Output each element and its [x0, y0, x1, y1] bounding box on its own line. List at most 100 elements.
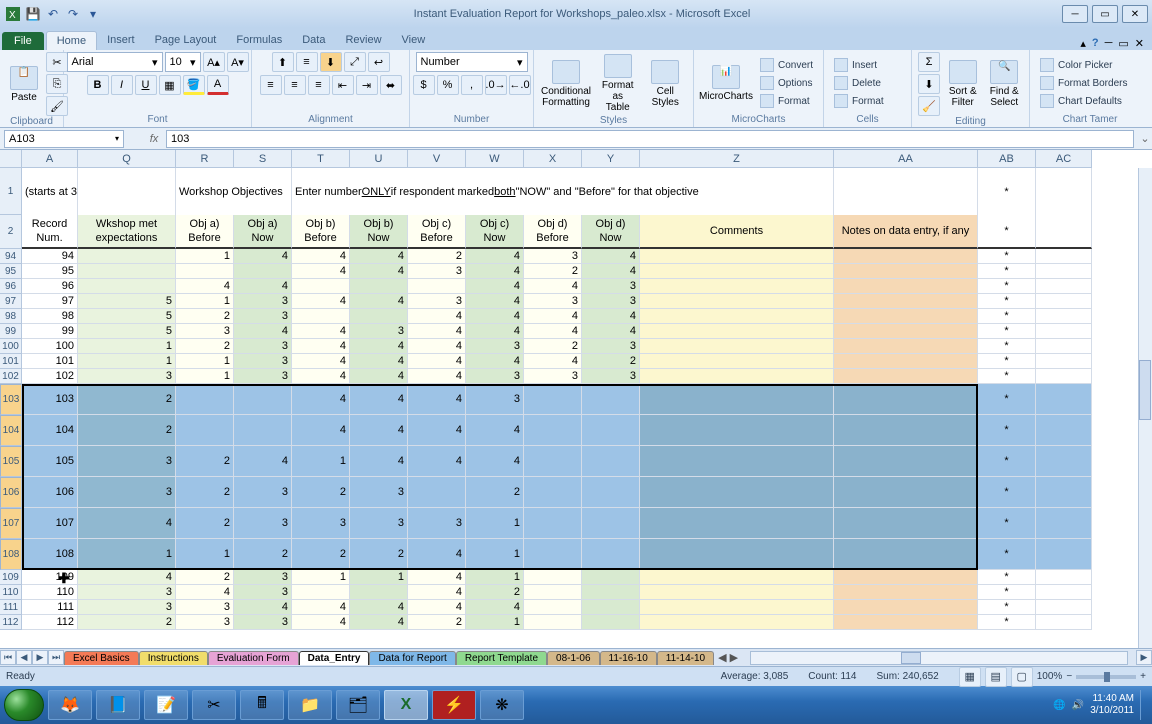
row-header-112[interactable]: 112 — [0, 615, 22, 630]
cell-X-95[interactable]: 2 — [524, 264, 582, 279]
cell-T-108[interactable]: 2 — [292, 539, 350, 570]
row-header-97[interactable]: 97 — [0, 294, 22, 309]
comma-icon[interactable]: , — [461, 75, 483, 95]
maximize-button[interactable]: ▭ — [1092, 5, 1118, 23]
align-right-icon[interactable]: ≡ — [308, 75, 330, 95]
redo-icon[interactable]: ↷ — [64, 5, 82, 23]
cell-A-108[interactable]: 108 — [22, 539, 78, 570]
cell-X-100[interactable]: 2 — [524, 339, 582, 354]
row-header-98[interactable]: 98 — [0, 309, 22, 324]
cell-R-101[interactable]: 1 — [176, 354, 234, 369]
show-desktop-button[interactable] — [1140, 690, 1148, 720]
cell-Y-101[interactable]: 2 — [582, 354, 640, 369]
cell-Y-94[interactable]: 4 — [582, 249, 640, 264]
cell-W-103[interactable]: 3 — [466, 384, 524, 415]
cell-AB-94[interactable]: * — [978, 249, 1036, 264]
cell-Z-96[interactable] — [640, 279, 834, 294]
file-tab[interactable]: File — [2, 32, 44, 50]
cell-A-97[interactable]: 97 — [22, 294, 78, 309]
cell-W-108[interactable]: 1 — [466, 539, 524, 570]
doc-minimize-icon[interactable]: ─ — [1105, 37, 1113, 50]
cell-AC-97[interactable] — [1036, 294, 1092, 309]
cell-AA-111[interactable] — [834, 600, 978, 615]
cell-Z-105[interactable] — [640, 446, 834, 477]
row-header-106[interactable]: 106 — [0, 477, 22, 508]
border-button[interactable]: ▦ — [159, 75, 181, 95]
cell-Z-101[interactable] — [640, 354, 834, 369]
tray-network-icon[interactable]: 🌐 — [1053, 700, 1065, 711]
cell-S-108[interactable]: 2 — [234, 539, 292, 570]
cell-R-104[interactable] — [176, 415, 234, 446]
cell-V-102[interactable]: 4 — [408, 369, 466, 384]
zoom-slider[interactable] — [1076, 675, 1136, 679]
cell-AC-105[interactable] — [1036, 446, 1092, 477]
cell-Y-97[interactable]: 3 — [582, 294, 640, 309]
percent-icon[interactable]: % — [437, 75, 459, 95]
header-cell-AB[interactable]: * — [978, 215, 1036, 249]
cell-V-108[interactable]: 4 — [408, 539, 466, 570]
cell-AA-104[interactable] — [834, 415, 978, 446]
cell-U-101[interactable]: 4 — [350, 354, 408, 369]
cell-AA-100[interactable] — [834, 339, 978, 354]
cell-X-96[interactable]: 4 — [524, 279, 582, 294]
decrease-font-icon[interactable]: A▾ — [227, 52, 249, 72]
cell-AA-94[interactable] — [834, 249, 978, 264]
format-borders-button[interactable]: Format Borders — [1036, 75, 1131, 91]
cell-X-99[interactable]: 4 — [524, 324, 582, 339]
cell-Z-108[interactable] — [640, 539, 834, 570]
cell-U-105[interactable]: 4 — [350, 446, 408, 477]
number-format-select[interactable]: Number▾ — [416, 52, 528, 72]
decrease-indent-icon[interactable]: ⇤ — [332, 75, 354, 95]
fill-color-button[interactable]: 🪣 — [183, 75, 205, 95]
cell-V-109[interactable]: 4 — [408, 570, 466, 585]
cell-R-111[interactable]: 3 — [176, 600, 234, 615]
cell-Y-98[interactable]: 4 — [582, 309, 640, 324]
row-header-111[interactable]: 111 — [0, 600, 22, 615]
view-pagebreak-icon[interactable]: ▢ — [1011, 667, 1033, 687]
header-cell-Y[interactable]: Obj d) Now — [582, 215, 640, 249]
cell-Z-94[interactable] — [640, 249, 834, 264]
cell-W-112[interactable]: 1 — [466, 615, 524, 630]
row-header-105[interactable]: 105 — [0, 446, 22, 477]
cell-V-103[interactable]: 4 — [408, 384, 466, 415]
cell-AA-97[interactable] — [834, 294, 978, 309]
cell-X-103[interactable] — [524, 384, 582, 415]
autosum-icon[interactable]: Σ — [918, 52, 940, 72]
cell-U-95[interactable]: 4 — [350, 264, 408, 279]
cell-AB-100[interactable]: * — [978, 339, 1036, 354]
name-box[interactable]: A103▾ — [4, 130, 124, 148]
cell-V-99[interactable]: 4 — [408, 324, 466, 339]
cell-A-105[interactable]: 105 — [22, 446, 78, 477]
cell-V-96[interactable] — [408, 279, 466, 294]
cell-S-102[interactable]: 3 — [234, 369, 292, 384]
cell-A-96[interactable]: 96 — [22, 279, 78, 294]
cell-Q-94[interactable] — [78, 249, 176, 264]
worksheet-grid[interactable]: AQRSTUVWXYZAAABAC 1294959697989910010110… — [0, 150, 1152, 648]
align-middle-icon[interactable]: ≡ — [296, 52, 318, 72]
cell-AB-98[interactable]: * — [978, 309, 1036, 324]
bold-button[interactable]: B — [87, 75, 109, 95]
cell-S-98[interactable]: 3 — [234, 309, 292, 324]
row-header-2[interactable]: 2 — [0, 215, 22, 249]
cell-W-94[interactable]: 4 — [466, 249, 524, 264]
cell-V-97[interactable]: 3 — [408, 294, 466, 309]
cell-X-112[interactable] — [524, 615, 582, 630]
cell-X-105[interactable] — [524, 446, 582, 477]
cell-A-94[interactable]: 94 — [22, 249, 78, 264]
cell-AC-101[interactable] — [1036, 354, 1092, 369]
cell-AA-106[interactable] — [834, 477, 978, 508]
cell-AA-99[interactable] — [834, 324, 978, 339]
cell-A-107[interactable]: 107 — [22, 508, 78, 539]
cell-V-107[interactable]: 3 — [408, 508, 466, 539]
cell-R-99[interactable]: 3 — [176, 324, 234, 339]
merge-center-icon[interactable]: ⬌ — [380, 75, 402, 95]
cell-AB-108[interactable]: * — [978, 539, 1036, 570]
row-header-104[interactable]: 104 — [0, 415, 22, 446]
cell-Q-101[interactable]: 1 — [78, 354, 176, 369]
cell-S-100[interactable]: 3 — [234, 339, 292, 354]
cell-A-112[interactable]: 112 — [22, 615, 78, 630]
help-icon[interactable]: ? — [1092, 37, 1099, 50]
cell-AC-106[interactable] — [1036, 477, 1092, 508]
cell-AC-103[interactable] — [1036, 384, 1092, 415]
cell-Q-100[interactable]: 1 — [78, 339, 176, 354]
